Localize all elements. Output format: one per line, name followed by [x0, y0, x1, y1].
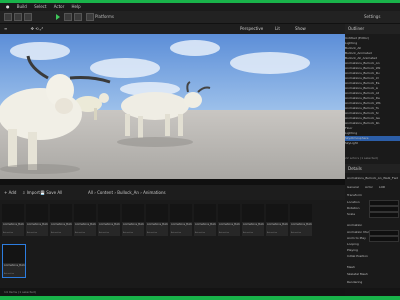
cow-near	[0, 55, 111, 174]
breadcrumb: All › Content › Bullock_An › Animations	[88, 190, 166, 195]
row-skeletal-mesh: Skeletal Mesh	[347, 272, 368, 276]
breadcrumb-content[interactable]: Content	[97, 190, 113, 195]
scale-field[interactable]	[369, 212, 399, 218]
app-logo[interactable]: ●	[6, 4, 10, 9]
selected-actor-name: Animations_Bullock_An_Walk_Fwd	[347, 176, 398, 180]
menu-build[interactable]: Build	[17, 4, 27, 9]
transform-tools[interactable]: ✥ ⟲ ⤢	[31, 26, 43, 31]
asset-tile[interactable]: Animations_Bullock_An_EatAnimation	[74, 204, 96, 236]
import-button[interactable]: ⇩ Import	[22, 185, 40, 200]
menu-select[interactable]: Select	[34, 4, 46, 9]
asset-tile[interactable]: Animations_Bullock_An_Walk_BwdAnimation	[170, 204, 192, 236]
outliner-title: Outliner	[348, 26, 365, 31]
asset-tile[interactable]: Animations_Bullock_An_Walk_FwdAnimation	[26, 204, 48, 236]
breadcrumb-bullock[interactable]: Bullock_An	[117, 190, 139, 195]
section-animation[interactable]: Animation	[347, 223, 362, 227]
cow-scene	[0, 55, 211, 174]
asset-tile[interactable]: Animations_Bullock_An_RoarAnimation	[290, 204, 312, 236]
stop-icon[interactable]	[74, 13, 83, 21]
save-all-button[interactable]: 💾 Save All	[40, 185, 62, 200]
breadcrumb-all[interactable]: All	[88, 190, 93, 195]
viewport-toolbar: ≡ ✥ ⟲ ⤢ Perspective Lit Show	[0, 24, 345, 34]
asset-tile[interactable]: Animations_Bullock_An_SleepAnimation	[242, 204, 264, 236]
settings-button[interactable]: Settings	[364, 13, 380, 20]
breadcrumb-animations[interactable]: Animations	[143, 190, 165, 195]
row-initial-position: Initial Position	[347, 254, 368, 258]
content-icon[interactable]	[24, 13, 33, 21]
asset-tile-selected[interactable]: Animations_Bullock_An_SitAnimation	[2, 244, 26, 278]
details-tab-actor[interactable]: Actor	[365, 185, 373, 189]
window-bottom-border	[0, 296, 400, 300]
asset-tile[interactable]: Animations_Bullock_An_Turn_LAnimation	[194, 204, 216, 236]
asset-tile[interactable]: Animations_Bullock_An_DeathAnimation	[146, 204, 168, 236]
details-title: Details	[348, 166, 362, 171]
asset-tile[interactable]: Animations_Bullock_An_AttackAnimation	[122, 204, 144, 236]
content-browser-grid: Animations_Bullock_An_Idle_01Animation A…	[0, 200, 345, 288]
content-browser-toolbar: + Add ⇩ Import 💾 Save All All › Content …	[0, 185, 345, 200]
outliner-header: Outliner	[345, 24, 400, 34]
section-transform[interactable]: Transform	[347, 193, 362, 197]
show-button[interactable]: Show	[295, 24, 306, 34]
save-icon[interactable]	[4, 13, 13, 21]
details-header: Details	[345, 164, 400, 173]
row-scale: Scale	[347, 212, 356, 216]
section-rendering[interactable]: Rendering	[347, 280, 362, 284]
outliner-panel: Untitled (Editor) Lighting Bullock_All B…	[345, 34, 400, 164]
section-mesh[interactable]: Mesh	[347, 265, 355, 269]
row-looping: Looping	[347, 242, 359, 246]
details-tab-lod[interactable]: LOD	[379, 185, 385, 189]
asset-tile[interactable]: Animations_Bullock_An_Idle_01Animation	[2, 204, 24, 236]
platforms-button[interactable]: Platforms	[95, 13, 114, 20]
pause-icon[interactable]	[64, 13, 73, 21]
row-animation-mode: Animation Mode	[347, 230, 372, 234]
details-tab-general[interactable]: General	[347, 185, 359, 189]
perspective-button[interactable]: Perspective	[240, 24, 263, 34]
details-panel: Animations_Bullock_An_Walk_Fwd General A…	[345, 173, 400, 288]
menu-help[interactable]: Help	[72, 4, 81, 9]
anim-to-play-field[interactable]	[369, 236, 399, 242]
row-playing: Playing	[347, 248, 358, 252]
row-anim-to-play: Anim to Play	[347, 236, 366, 240]
asset-tile[interactable]: Animations_Bullock_An_Turn_RAnimation	[218, 204, 240, 236]
lit-button[interactable]: Lit	[275, 24, 280, 34]
asset-tile[interactable]: Animations_Bullock_An_Lie_DownAnimation	[98, 204, 120, 236]
viewport-menu-icon[interactable]: ≡	[4, 26, 7, 31]
add-button[interactable]: + Add	[4, 185, 16, 200]
level-viewport[interactable]	[0, 34, 345, 179]
cow-mid	[117, 81, 211, 147]
mode-select-icon[interactable]	[14, 13, 23, 21]
row-rotation: Rotation	[347, 206, 360, 210]
outliner-count: 22 actors (1 selected)	[345, 156, 378, 160]
menu-actor[interactable]: Actor	[54, 4, 65, 9]
launch-icon[interactable]	[86, 13, 95, 21]
asset-tile[interactable]: Animations_Bullock_An_Get_UpAnimation	[266, 204, 288, 236]
main-toolbar: Platforms Settings	[0, 11, 400, 24]
menu-bar: ● Build Select Actor Help	[0, 3, 400, 11]
row-location: Location	[347, 200, 360, 204]
content-status: 14 items (1 selected)	[0, 288, 345, 296]
asset-tile[interactable]: Animations_Bullock_An_Run_FwdAnimation	[50, 204, 72, 236]
play-icon[interactable]	[56, 14, 60, 21]
outliner-row[interactable]: SkyLight	[345, 141, 400, 146]
